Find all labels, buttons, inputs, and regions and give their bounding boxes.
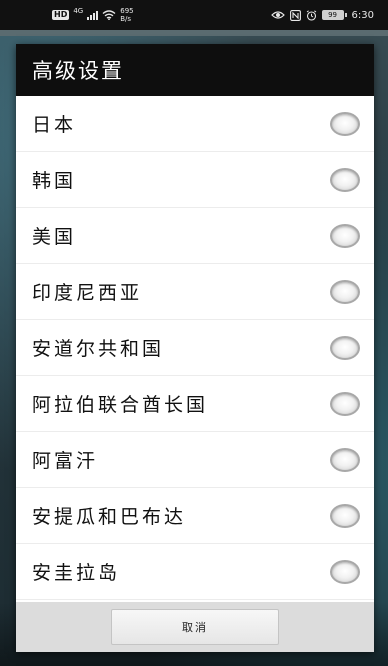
radio-button-icon[interactable] [330, 279, 360, 304]
country-option[interactable]: 安道尔共和国 [16, 320, 374, 376]
radio-button-icon[interactable] [330, 223, 360, 248]
network-type-label: 4G [73, 7, 84, 15]
status-bar-right: 99 6:30 [270, 9, 374, 21]
eye-icon [270, 10, 285, 20]
country-option[interactable]: 美国 [16, 208, 374, 264]
country-option[interactable]: 韩国 [16, 152, 374, 208]
country-option-label: 阿富汗 [32, 450, 99, 472]
clock: 6:30 [351, 9, 374, 21]
country-option-label: 美国 [32, 226, 77, 248]
country-option[interactable]: 安圭拉岛 [16, 544, 374, 600]
radio-button-icon[interactable] [330, 447, 360, 472]
radio-button-icon[interactable] [330, 111, 360, 136]
battery-level: 99 [321, 10, 344, 20]
country-option-label: 印度尼西亚 [32, 282, 143, 304]
cancel-button[interactable]: 取消 [111, 609, 279, 645]
network-speed-value: 695 [120, 7, 134, 15]
radio-button-icon[interactable] [330, 559, 360, 584]
country-option[interactable]: 阿富汗 [16, 432, 374, 488]
advanced-settings-dialog: 高级设置 日本韩国美国印度尼西亚安道尔共和国阿拉伯联合酋长国 阿富汗安提瓜和巴布达… [16, 44, 374, 652]
dialog-footer: 取消 [16, 602, 374, 652]
signal-icon [87, 10, 99, 20]
radio-button-icon[interactable] [330, 503, 360, 528]
country-option[interactable]: 安提瓜和巴布达 [16, 488, 374, 544]
status-bar: HD 4G 695 B/s 99 6:30 [0, 0, 388, 30]
country-option-label: 日本 [32, 114, 77, 136]
dialog-title: 高级设置 [16, 44, 374, 96]
status-bar-left: HD 4G 695 B/s [52, 7, 134, 23]
country-option-label: 安圭拉岛 [32, 562, 121, 584]
nfc-icon [289, 9, 301, 21]
country-option-list: 日本韩国美国印度尼西亚安道尔共和国阿拉伯联合酋长国 阿富汗安提瓜和巴布达 安圭拉岛 [16, 96, 374, 600]
country-option[interactable]: 印度尼西亚 [16, 264, 374, 320]
country-option[interactable]: 日本 [16, 96, 374, 152]
country-option-label: 阿拉伯联合酋长国 [32, 394, 209, 416]
hd-icon: HD [52, 10, 70, 20]
network-speed: 695 B/s [120, 7, 133, 23]
country-option-label: 安道尔共和国 [32, 338, 165, 360]
alarm-icon [306, 9, 317, 21]
battery-icon: 99 [321, 10, 347, 20]
radio-button-icon[interactable] [330, 391, 360, 416]
network-speed-unit: B/s [120, 15, 132, 23]
radio-button-icon[interactable] [330, 167, 360, 192]
country-option-label: 韩国 [32, 170, 77, 192]
country-option[interactable]: 阿拉伯联合酋长国 [16, 376, 374, 432]
country-option-label: 安提瓜和巴布达 [32, 506, 187, 528]
wifi-icon [102, 10, 116, 20]
radio-button-icon[interactable] [330, 335, 360, 360]
